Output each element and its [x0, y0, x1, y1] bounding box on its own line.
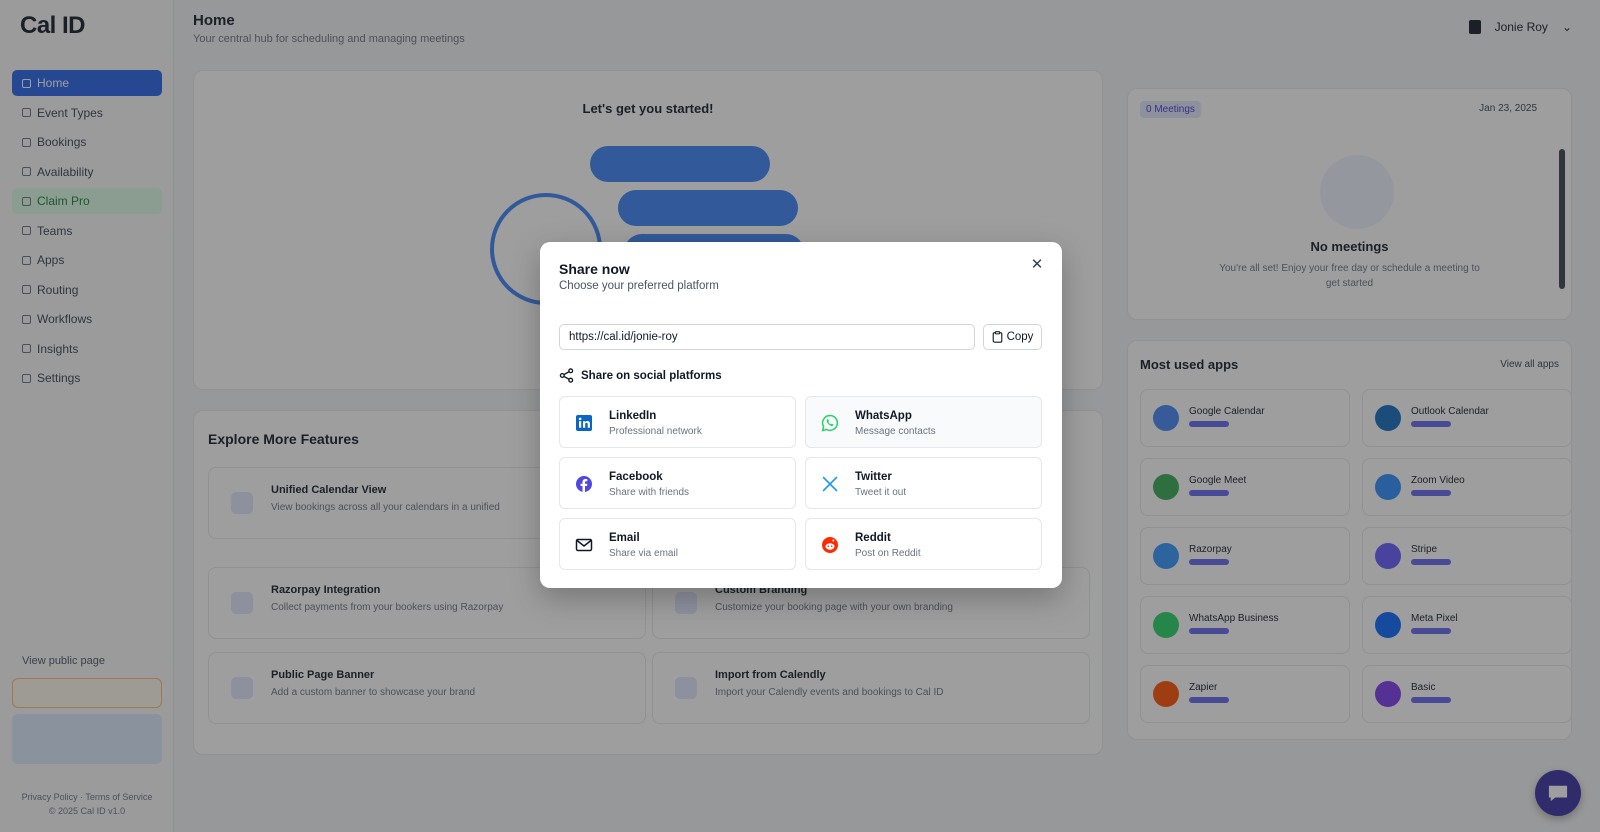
close-icon[interactable]: ✕: [1028, 256, 1046, 274]
share-option-facebook[interactable]: Facebook Share with friends: [559, 457, 796, 509]
mail-icon: [574, 535, 594, 555]
linkedin-icon: [574, 413, 594, 433]
copy-button[interactable]: Copy: [983, 324, 1042, 350]
reddit-icon: [820, 535, 840, 555]
share-url-input[interactable]: [559, 324, 975, 350]
share-option-email[interactable]: Email Share via email: [559, 518, 796, 570]
modal-title: Share now: [559, 261, 630, 277]
twitter-x-icon: [820, 474, 840, 494]
share-option-reddit[interactable]: Reddit Post on Reddit: [805, 518, 1042, 570]
facebook-icon: [574, 474, 594, 494]
share-icon: [559, 368, 574, 383]
copy-label: Copy: [1006, 331, 1034, 343]
modal-subtitle: Choose your preferred platform: [559, 280, 719, 292]
share-modal: Share now Choose your preferred platform…: [540, 242, 1062, 588]
share-option-whatsapp[interactable]: WhatsApp Message contacts: [805, 396, 1042, 448]
share-option-twitter[interactable]: Twitter Tweet it out: [805, 457, 1042, 509]
social-heading: Share on social platforms: [559, 368, 722, 383]
share-option-linkedin[interactable]: LinkedIn Professional network: [559, 396, 796, 448]
whatsapp-icon: [820, 413, 840, 433]
clipboard-icon: [992, 331, 1002, 343]
